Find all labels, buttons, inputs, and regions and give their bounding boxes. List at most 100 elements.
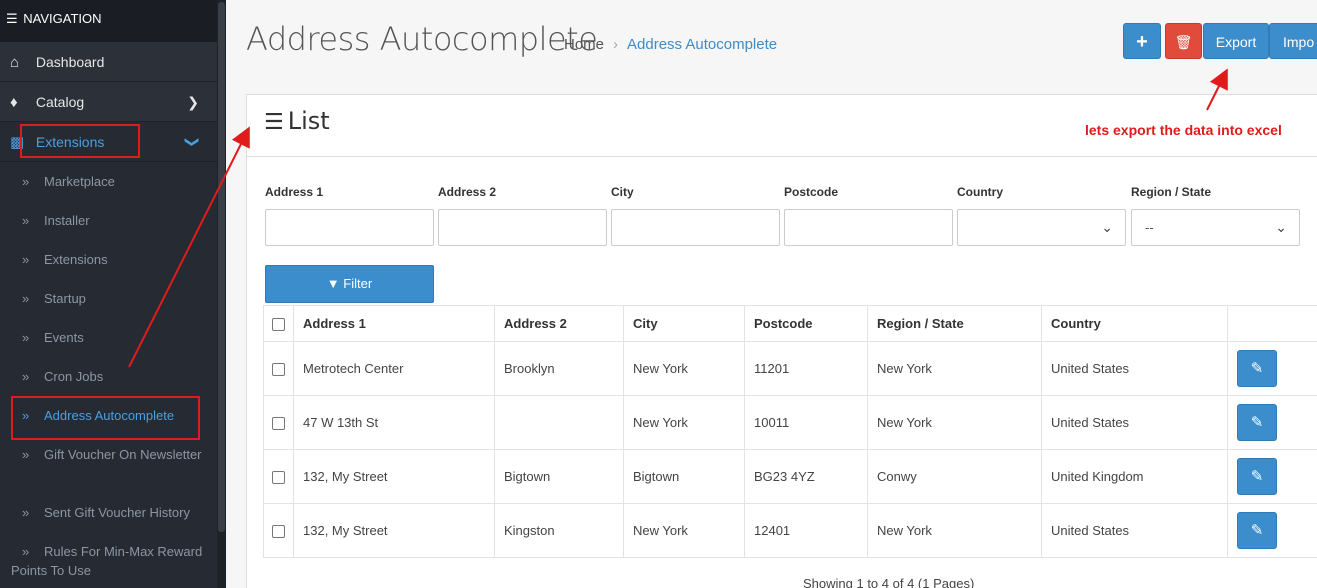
row-checkbox[interactable] — [272, 417, 285, 431]
edit-button[interactable]: ✎ — [1237, 404, 1277, 441]
filter-label-country: Country — [957, 185, 1003, 199]
cell-address2: Brooklyn — [494, 341, 624, 396]
cell-address1: 132, My Street — [293, 503, 495, 558]
sidebar-item-label: Catalog — [35, 94, 85, 110]
sidebar-subitem-label: Startup — [44, 291, 86, 306]
cell-region: New York — [867, 395, 1042, 450]
row-select-cell — [263, 503, 294, 558]
export-button[interactable]: Export — [1203, 23, 1269, 59]
chevron-right-icon: ❯ — [187, 94, 199, 110]
sidebar-item-catalog[interactable]: ♦ Catalog ❯ — [0, 82, 217, 122]
cell-action: ✎ — [1227, 341, 1317, 396]
cell-postcode: 10011 — [744, 395, 868, 450]
chevron-down-icon: ❯ — [185, 136, 202, 148]
edit-button[interactable]: ✎ — [1237, 350, 1277, 387]
sidebar-subitem-extensions[interactable]: » Extensions — [0, 240, 217, 279]
sidebar-subitem-reward-points-rules[interactable]: » Rules For Min-Max Reward Points To Use — [0, 532, 217, 588]
double-chevron-icon: » — [22, 252, 30, 267]
cell-city: New York — [623, 503, 745, 558]
sidebar-subitem-startup[interactable]: » Startup — [0, 279, 217, 318]
sidebar-item-label: Dashboard — [35, 54, 105, 70]
column-header-address2[interactable]: Address 2 — [494, 305, 624, 342]
column-header-action — [1227, 305, 1317, 342]
table-header-row: Address 1 Address 2 City Postcode Region… — [263, 305, 1317, 342]
double-chevron-icon: » — [22, 505, 30, 520]
cell-country: United States — [1041, 341, 1228, 396]
cell-postcode: 11201 — [744, 341, 868, 396]
breadcrumb-current[interactable]: Address Autocomplete — [627, 36, 777, 53]
table-row: 132, My Street Bigtown Bigtown BG23 4YZ … — [263, 449, 1317, 504]
sidebar-scrollbar[interactable] — [217, 0, 226, 588]
row-checkbox[interactable] — [272, 363, 285, 377]
breadcrumb: Home › Address Autocomplete — [564, 36, 777, 53]
menu-icon[interactable]: ☰ — [6, 11, 18, 26]
breadcrumb-separator-icon: › — [613, 36, 619, 53]
cell-city: Bigtown — [623, 449, 745, 504]
sidebar-subitem-events[interactable]: » Events — [0, 318, 217, 357]
cell-address2: Kingston — [494, 503, 624, 558]
sidebar-subitem-label: Installer — [44, 213, 90, 228]
annotation-text: lets export the data into excel — [1085, 122, 1282, 138]
filter-city-input[interactable] — [611, 209, 780, 246]
sidebar-subitem-cron-jobs[interactable]: » Cron Jobs — [0, 357, 217, 396]
scrollbar-thumb[interactable] — [218, 2, 225, 532]
filter-region-value: -- — [1145, 220, 1154, 235]
highlight-box-extensions — [20, 124, 140, 158]
cell-country: United States — [1041, 395, 1228, 450]
select-all-checkbox[interactable] — [272, 318, 285, 332]
breadcrumb-home[interactable]: Home — [564, 36, 604, 53]
double-chevron-icon: » — [22, 174, 30, 189]
sidebar-subitem-label: Marketplace — [44, 174, 115, 189]
row-checkbox[interactable] — [272, 525, 285, 539]
pencil-icon: ✎ — [1250, 360, 1264, 377]
delete-button[interactable]: 🗑 — [1165, 23, 1202, 59]
row-checkbox[interactable] — [272, 471, 285, 485]
double-chevron-icon: » — [22, 447, 30, 462]
filter-region-select[interactable]: -- ⌄ — [1131, 209, 1300, 246]
sidebar-subitem-label: Events — [44, 330, 84, 345]
filter-label-address1: Address 1 — [265, 185, 324, 199]
add-button[interactable]: + — [1123, 23, 1161, 59]
list-panel: ☰ List Address 1 Address 2 City Postcode … — [246, 94, 1317, 588]
panel-title: List — [287, 107, 330, 135]
filter-button-label: Filter — [343, 276, 373, 291]
column-header-address1[interactable]: Address 1 — [293, 305, 495, 342]
filter-country-select[interactable]: ⌄ — [957, 209, 1126, 246]
select-all-cell — [263, 305, 294, 342]
row-select-cell — [263, 341, 294, 396]
navigation-header[interactable]: ☰ NAVIGATION — [0, 0, 217, 42]
table-row: 132, My Street Kingston New York 12401 N… — [263, 503, 1317, 558]
row-select-cell — [263, 395, 294, 450]
sidebar-subitem-marketplace[interactable]: » Marketplace — [0, 162, 217, 201]
column-header-postcode[interactable]: Postcode — [744, 305, 868, 342]
edit-button[interactable]: ✎ — [1237, 512, 1277, 549]
filter-address1-input[interactable] — [265, 209, 434, 246]
sidebar: ☰ NAVIGATION ⌂ Dashboard ♦ Catalog ❯ ▩ E… — [0, 0, 217, 588]
sidebar-subitem-sent-gift-voucher-history[interactable]: » Sent Gift Voucher History — [0, 493, 217, 532]
edit-button[interactable]: ✎ — [1237, 458, 1277, 495]
cell-postcode: 12401 — [744, 503, 868, 558]
pagination-summary: Showing 1 to 4 of 4 (1 Pages) — [803, 576, 975, 588]
sidebar-item-dashboard[interactable]: ⌂ Dashboard — [0, 42, 217, 82]
sidebar-subitem-label: Sent Gift Voucher History — [44, 505, 190, 520]
import-button[interactable]: Impo — [1269, 23, 1317, 59]
page-title: Address Autocomplete — [246, 20, 598, 58]
filter-button[interactable]: ▼ Filter — [265, 265, 434, 303]
main-content: Address Autocomplete Home › Address Autoco… — [226, 0, 1317, 588]
sidebar-subitem-label: Extensions — [44, 252, 108, 267]
column-header-country[interactable]: Country — [1041, 305, 1228, 342]
navigation-header-label: NAVIGATION — [23, 11, 102, 26]
filter-address2-input[interactable] — [438, 209, 607, 246]
sidebar-subitem-gift-voucher-newsletter[interactable]: » Gift Voucher On Newsletter — [0, 435, 217, 493]
sidebar-subitem-label: Gift Voucher On Newsletter — [44, 447, 202, 462]
sidebar-subitem-installer[interactable]: » Installer — [0, 201, 217, 240]
column-header-city[interactable]: City — [623, 305, 745, 342]
filter-postcode-input[interactable] — [784, 209, 953, 246]
table-row: 47 W 13th St New York 10011 New York Uni… — [263, 395, 1317, 450]
column-header-region[interactable]: Region / State — [867, 305, 1042, 342]
cell-postcode: BG23 4YZ — [744, 449, 868, 504]
double-chevron-icon: » — [22, 213, 30, 228]
trash-icon: 🗑 — [1174, 34, 1193, 50]
tag-icon: ♦ — [10, 94, 18, 111]
double-chevron-icon: » — [22, 291, 30, 306]
